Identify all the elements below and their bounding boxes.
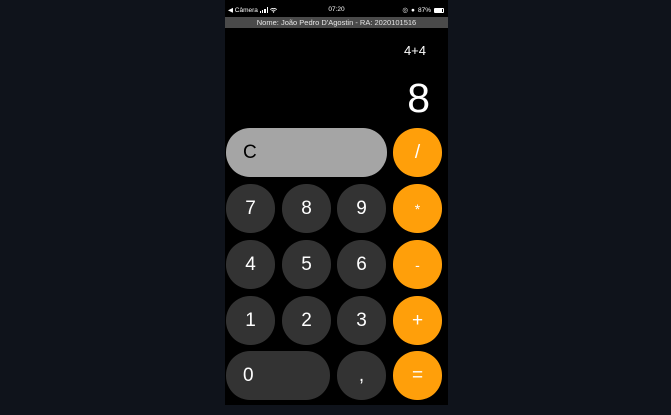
clear-button[interactable]: C bbox=[226, 128, 387, 177]
result-display: 8 bbox=[407, 75, 430, 121]
status-bar: ◀ Câmera 07:20 ◎ ● 87% bbox=[225, 0, 448, 17]
digit-0-button[interactable]: 0 bbox=[226, 351, 330, 400]
digit-6-button[interactable]: 6 bbox=[337, 240, 386, 289]
multiply-button[interactable]: * bbox=[393, 184, 442, 233]
digit-3-button[interactable]: 3 bbox=[337, 296, 386, 345]
digit-1-button[interactable]: 1 bbox=[226, 296, 275, 345]
status-right: ◎ ● 87% bbox=[402, 6, 444, 14]
expression-display: 4+4 bbox=[403, 43, 426, 58]
orientation-lock-icon: ● bbox=[411, 6, 415, 14]
calculator-app: ◀ Câmera 07:20 ◎ ● 87% Nome: João Pedro … bbox=[225, 0, 448, 405]
digit-5-button[interactable]: 5 bbox=[282, 240, 331, 289]
add-button[interactable]: + bbox=[393, 296, 442, 345]
digit-7-button[interactable]: 7 bbox=[226, 184, 275, 233]
alarm-icon: ◎ bbox=[402, 7, 409, 14]
subtract-button[interactable]: - bbox=[393, 240, 442, 289]
comma-button[interactable]: , bbox=[337, 351, 386, 400]
battery-icon bbox=[434, 7, 444, 13]
equals-button[interactable]: = bbox=[393, 351, 442, 400]
battery-percentage: 87% bbox=[417, 6, 431, 14]
digit-8-button[interactable]: 8 bbox=[282, 184, 331, 233]
digit-2-button[interactable]: 2 bbox=[282, 296, 331, 345]
digit-4-button[interactable]: 4 bbox=[226, 240, 275, 289]
divide-button[interactable]: / bbox=[393, 128, 442, 177]
student-info-banner: Nome: João Pedro D'Agostin - RA: 2020101… bbox=[225, 17, 448, 28]
digit-9-button[interactable]: 9 bbox=[337, 184, 386, 233]
